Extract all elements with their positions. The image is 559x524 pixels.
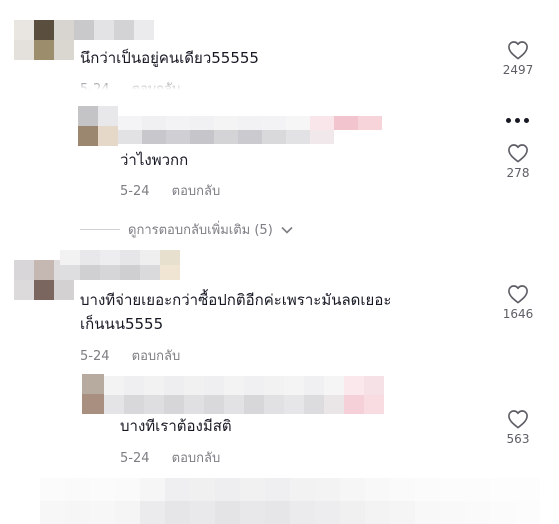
like-button[interactable]: 278 [490, 143, 546, 180]
username[interactable] [118, 116, 382, 144]
comment-meta: 5-24 ตอบกลับ [80, 345, 180, 366]
reply-date: 5-24 [120, 451, 150, 466]
view-more-replies-button[interactable]: ดูการตอบกลับเพิ่มเติม (5) [80, 219, 293, 240]
reply-button[interactable]: ตอบกลับ [132, 349, 181, 364]
chevron-down-icon [281, 226, 293, 234]
like-count: 2497 [502, 63, 534, 77]
avatar[interactable] [14, 20, 74, 60]
reply-meta: 5-24 ตอบกลับ [120, 447, 220, 468]
like-count: 563 [506, 432, 530, 446]
divider-line [80, 229, 120, 230]
username[interactable] [60, 250, 180, 280]
like-count: 1646 [502, 307, 534, 321]
username[interactable] [74, 20, 154, 40]
like-button[interactable]: 2497 [490, 40, 546, 77]
reply-button[interactable]: ตอบกลับ [172, 451, 221, 466]
reply-meta: 5-24 ตอบกลับ [120, 180, 220, 201]
reply-text: บางทีเราต้องมีสติ [120, 417, 232, 435]
heart-outline-icon [508, 41, 528, 60]
avatar[interactable] [82, 374, 104, 414]
heart-outline-icon [508, 144, 528, 163]
reply-text: ว่าไงพวกก [120, 151, 189, 169]
comment-text: บางทีจ่ายเยอะกว่าซื้อปกติอีกค่ะเพราะมันล… [80, 291, 392, 333]
more-horizontal-icon [506, 118, 511, 123]
heart-outline-icon [508, 410, 528, 429]
heart-outline-icon [508, 285, 528, 304]
username[interactable] [104, 376, 384, 414]
like-button[interactable]: 563 [490, 409, 546, 446]
comment-date: 5-24 [80, 349, 110, 364]
like-count: 278 [506, 166, 530, 180]
next-comment-username[interactable] [40, 478, 540, 524]
fade-overlay [0, 80, 300, 94]
reply-date: 5-24 [120, 184, 150, 199]
like-button[interactable]: 1646 [490, 284, 546, 321]
avatar[interactable] [78, 106, 118, 146]
comment-text: นึกว่าเป็นอยู่คนเดียว55555 [80, 49, 259, 67]
reply-button[interactable]: ตอบกลับ [172, 184, 221, 199]
more-options-button[interactable] [506, 118, 529, 123]
view-more-label: ดูการตอบกลับเพิ่มเติม (5) [128, 223, 273, 238]
